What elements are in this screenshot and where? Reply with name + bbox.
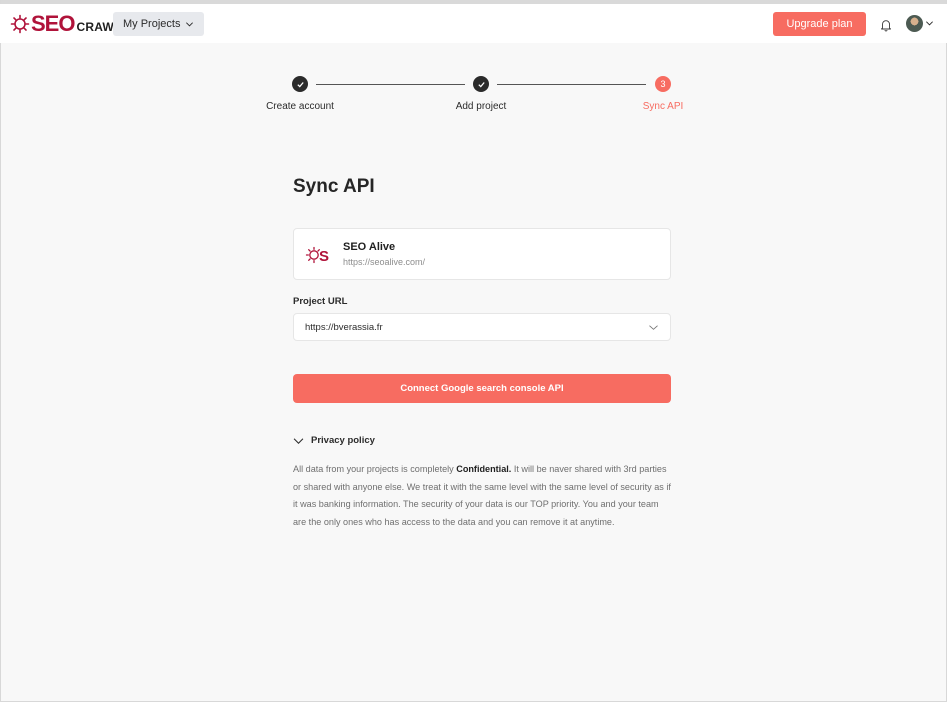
step-label-add-project: Add project xyxy=(455,101,507,112)
privacy-text-bold: Confidential. xyxy=(456,464,512,474)
seocrawl-logo[interactable]: SEO CRAWL xyxy=(10,12,121,36)
chevron-down-icon xyxy=(926,21,933,26)
logo-seo-text: SEO xyxy=(31,11,75,36)
my-projects-label: My Projects xyxy=(123,18,181,30)
bell-icon[interactable] xyxy=(879,18,893,32)
project-url-select[interactable]: https://bverassia.fr xyxy=(293,313,671,341)
step-label-sync-api: Sync API xyxy=(642,101,684,112)
chevron-down-icon xyxy=(649,325,658,330)
avatar xyxy=(906,15,923,32)
check-icon xyxy=(296,81,304,87)
chevron-down-icon xyxy=(186,21,194,26)
privacy-text-start: All data from your projects is completel… xyxy=(293,464,457,474)
step-connector xyxy=(316,84,465,85)
seo-alive-logo-icon: S xyxy=(305,246,329,265)
step-create-account-check xyxy=(292,76,308,92)
privacy-policy-text: All data from your projects is completel… xyxy=(293,461,673,531)
step-add-project-check xyxy=(473,76,489,92)
privacy-policy-toggle[interactable]: Privacy policy xyxy=(293,435,375,446)
project-url-label: Project URL xyxy=(293,296,348,307)
step-label-create-account: Create account xyxy=(266,101,334,112)
project-name: SEO Alive xyxy=(343,241,396,253)
check-icon xyxy=(477,81,485,87)
project-url-value: https://bverassia.fr xyxy=(305,322,383,333)
user-menu[interactable] xyxy=(906,15,934,32)
upgrade-plan-button[interactable]: Upgrade plan xyxy=(773,12,866,36)
step-sync-api-number: 3 xyxy=(655,76,671,92)
my-projects-dropdown[interactable]: My Projects xyxy=(113,12,205,36)
privacy-policy-label: Privacy policy xyxy=(311,435,375,446)
svg-text:S: S xyxy=(319,248,329,265)
step-connector xyxy=(497,84,646,85)
gear-logo-icon xyxy=(10,14,30,34)
project-logo-icon: S xyxy=(305,244,333,266)
page-title: Sync API xyxy=(293,176,375,197)
project-card: S SEO Alive https://seoalive.com/ xyxy=(293,228,671,280)
connect-gsc-api-button[interactable]: Connect Google search console API xyxy=(293,374,671,403)
top-bar: SEO CRAWL My Projects Upgrade plan xyxy=(0,4,947,43)
project-website-url: https://seoalive.com/ xyxy=(343,257,426,267)
chevron-down-icon xyxy=(293,437,304,444)
